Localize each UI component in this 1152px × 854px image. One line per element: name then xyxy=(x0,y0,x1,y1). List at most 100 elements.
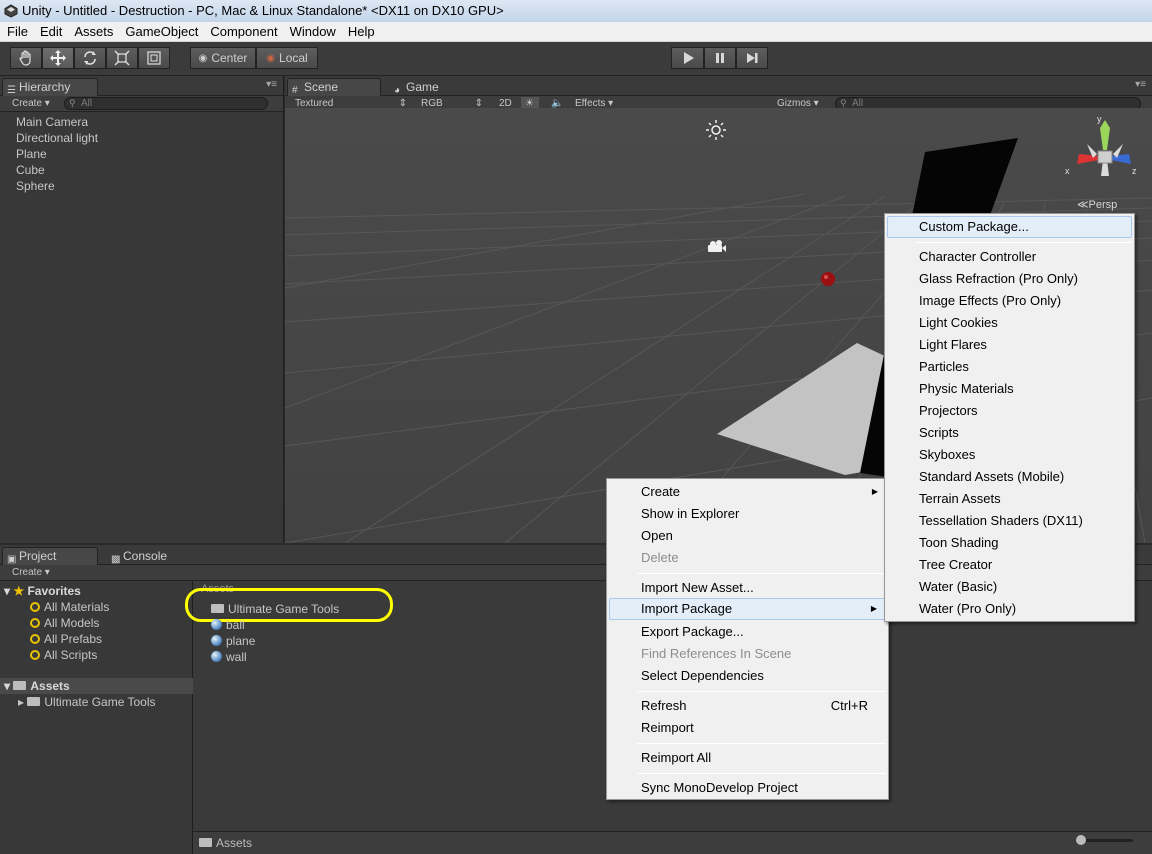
pivot-local-button[interactable]: ◉ Local xyxy=(256,47,318,69)
menu-item-reimport[interactable]: Reimport xyxy=(609,717,886,739)
hierarchy-create-dropdown[interactable]: Create ▾ xyxy=(8,97,50,111)
menu-item-label: Refresh xyxy=(641,698,687,713)
tab-hierarchy[interactable]: ☰ Hierarchy xyxy=(2,78,98,96)
submenu-item-label: Scripts xyxy=(919,425,959,440)
submenu-item[interactable]: Light Flares xyxy=(887,334,1132,356)
submenu-item[interactable]: Image Effects (Pro Only) xyxy=(887,290,1132,312)
submenu-item-custom-package[interactable]: Custom Package... xyxy=(887,216,1132,238)
prefab-sphere-icon xyxy=(211,619,222,630)
menu-item-show-in-explorer[interactable]: Show in Explorer xyxy=(609,503,886,525)
play-button[interactable] xyxy=(671,47,704,69)
hierarchy-search-input[interactable]: All xyxy=(64,97,268,110)
ball-object[interactable] xyxy=(821,272,835,286)
submenu-item[interactable]: Physic Materials xyxy=(887,378,1132,400)
submenu-item[interactable]: Character Controller xyxy=(887,246,1132,268)
local-icon: ◉ xyxy=(266,52,276,64)
menu-item-refresh[interactable]: Refresh Ctrl+R xyxy=(609,695,886,717)
hierarchy-item[interactable]: Cube xyxy=(16,162,98,178)
favorite-item[interactable]: All Prefabs xyxy=(30,631,102,647)
submenu-item-label: Water (Pro Only) xyxy=(919,601,1017,616)
hand-icon xyxy=(19,50,31,66)
menu-item-create[interactable]: Create ▶ xyxy=(609,481,886,503)
menu-item-import-new-asset[interactable]: Import New Asset... xyxy=(609,577,886,599)
submenu-item[interactable]: Scripts xyxy=(887,422,1132,444)
asset-item[interactable]: ball xyxy=(211,617,245,633)
window-title: Unity - Untitled - Destruction - PC, Mac… xyxy=(22,3,504,18)
tab-scene-label: Scene xyxy=(304,80,339,94)
menu-item-select-dependencies[interactable]: Select Dependencies xyxy=(609,665,886,687)
favorite-item[interactable]: All Models xyxy=(30,615,99,631)
move-tool-button[interactable] xyxy=(42,47,74,69)
axis-x-label: x xyxy=(1065,166,1070,176)
assets-tree-root[interactable]: ▾ Assets xyxy=(0,678,193,694)
favorite-item[interactable]: All Scripts xyxy=(30,647,97,663)
tree-folder-item[interactable]: ▸ Ultimate Game Tools xyxy=(18,694,156,710)
favorite-item[interactable]: All Materials xyxy=(30,599,109,615)
menu-window[interactable]: Window xyxy=(285,22,341,42)
submenu-item[interactable]: Particles xyxy=(887,356,1132,378)
menu-item-open[interactable]: Open xyxy=(609,525,886,547)
hierarchy-item[interactable]: Main Camera xyxy=(16,114,98,130)
hierarchy-item[interactable]: Sphere xyxy=(16,178,98,194)
submenu-item[interactable]: Toon Shading xyxy=(887,532,1132,554)
submenu-item-label: Water (Basic) xyxy=(919,579,998,594)
tab-hierarchy-label: Hierarchy xyxy=(19,80,71,94)
submenu-item[interactable]: Water (Pro Only) xyxy=(887,598,1132,620)
menu-component[interactable]: Component xyxy=(205,22,282,42)
search-icon xyxy=(30,602,40,612)
submenu-item[interactable]: Light Cookies xyxy=(887,312,1132,334)
pause-button[interactable] xyxy=(704,47,736,69)
project-create-dropdown[interactable]: Create ▾ xyxy=(8,566,50,580)
menu-item-delete[interactable]: Delete xyxy=(609,547,886,569)
submenu-item[interactable]: Skyboxes xyxy=(887,444,1132,466)
tab-scene[interactable]: # Scene xyxy=(287,78,381,96)
tab-project[interactable]: ▣ Project xyxy=(2,547,98,565)
tab-console[interactable]: ▩ Console xyxy=(106,547,186,565)
menu-separator xyxy=(637,743,886,744)
tab-game[interactable]: ◕ Game xyxy=(389,78,469,96)
menu-file[interactable]: File xyxy=(2,22,33,42)
menu-item-find-references[interactable]: Find References In Scene xyxy=(609,643,886,665)
menu-item-sync-monodevelop[interactable]: Sync MonoDevelop Project xyxy=(609,777,886,799)
pivot-center-button[interactable]: ◉ Center xyxy=(190,47,256,69)
menu-item-import-package[interactable]: Import Package ▶ xyxy=(609,598,886,620)
asset-item[interactable]: plane xyxy=(211,633,255,649)
menu-help[interactable]: Help xyxy=(343,22,380,42)
rect-tool-button[interactable] xyxy=(138,47,170,69)
orientation-gizmo-icon[interactable] xyxy=(1065,116,1145,196)
menu-edit[interactable]: Edit xyxy=(35,22,67,42)
menu-gameobject[interactable]: GameObject xyxy=(120,22,203,42)
submenu-item-label: Image Effects (Pro Only) xyxy=(919,293,1062,308)
submenu-item[interactable]: Tessellation Shaders (DX11) xyxy=(887,510,1132,532)
submenu-item[interactable]: Glass Refraction (Pro Only) xyxy=(887,268,1132,290)
step-button[interactable] xyxy=(736,47,768,69)
panel-menu-icon[interactable]: ▾≡ xyxy=(266,79,277,90)
unity-logo-icon xyxy=(4,4,18,18)
favorite-label: All Scripts xyxy=(44,648,98,662)
submenu-item[interactable]: Tree Creator xyxy=(887,554,1132,576)
hierarchy-item[interactable]: Directional light xyxy=(16,130,98,146)
menu-bar: File Edit Assets GameObject Component Window H… xyxy=(0,22,1152,42)
menu-separator xyxy=(637,691,886,692)
submenu-item[interactable]: Water (Basic) xyxy=(887,576,1132,598)
favorites-header[interactable]: ▾ ★ Favorites xyxy=(4,583,81,599)
rotate-tool-button[interactable] xyxy=(74,47,106,69)
move-arrows-icon xyxy=(50,50,66,66)
icon-size-slider-thumb[interactable] xyxy=(1076,835,1086,845)
hierarchy-item[interactable]: Plane xyxy=(16,146,98,162)
panel-menu-icon[interactable]: ▾≡ xyxy=(1135,79,1146,90)
projection-toggle[interactable]: ≪Persp xyxy=(1077,198,1117,211)
footer-path: Assets xyxy=(199,836,252,850)
menu-item-reimport-all[interactable]: Reimport All xyxy=(609,747,886,769)
submenu-item[interactable]: Projectors xyxy=(887,400,1132,422)
menu-item-label: Select Dependencies xyxy=(641,668,764,683)
scale-tool-button[interactable] xyxy=(106,47,138,69)
submenu-item[interactable]: Standard Assets (Mobile) xyxy=(887,466,1132,488)
hierarchy-tabstrip: ☰ Hierarchy ▾≡ xyxy=(0,76,283,96)
submenu-item[interactable]: Terrain Assets xyxy=(887,488,1132,510)
hand-tool-button[interactable] xyxy=(10,47,42,69)
asset-item[interactable]: wall xyxy=(211,649,247,665)
menu-assets[interactable]: Assets xyxy=(69,22,118,42)
menu-item-export-package[interactable]: Export Package... xyxy=(609,621,886,643)
submenu-item-label: Projectors xyxy=(919,403,978,418)
